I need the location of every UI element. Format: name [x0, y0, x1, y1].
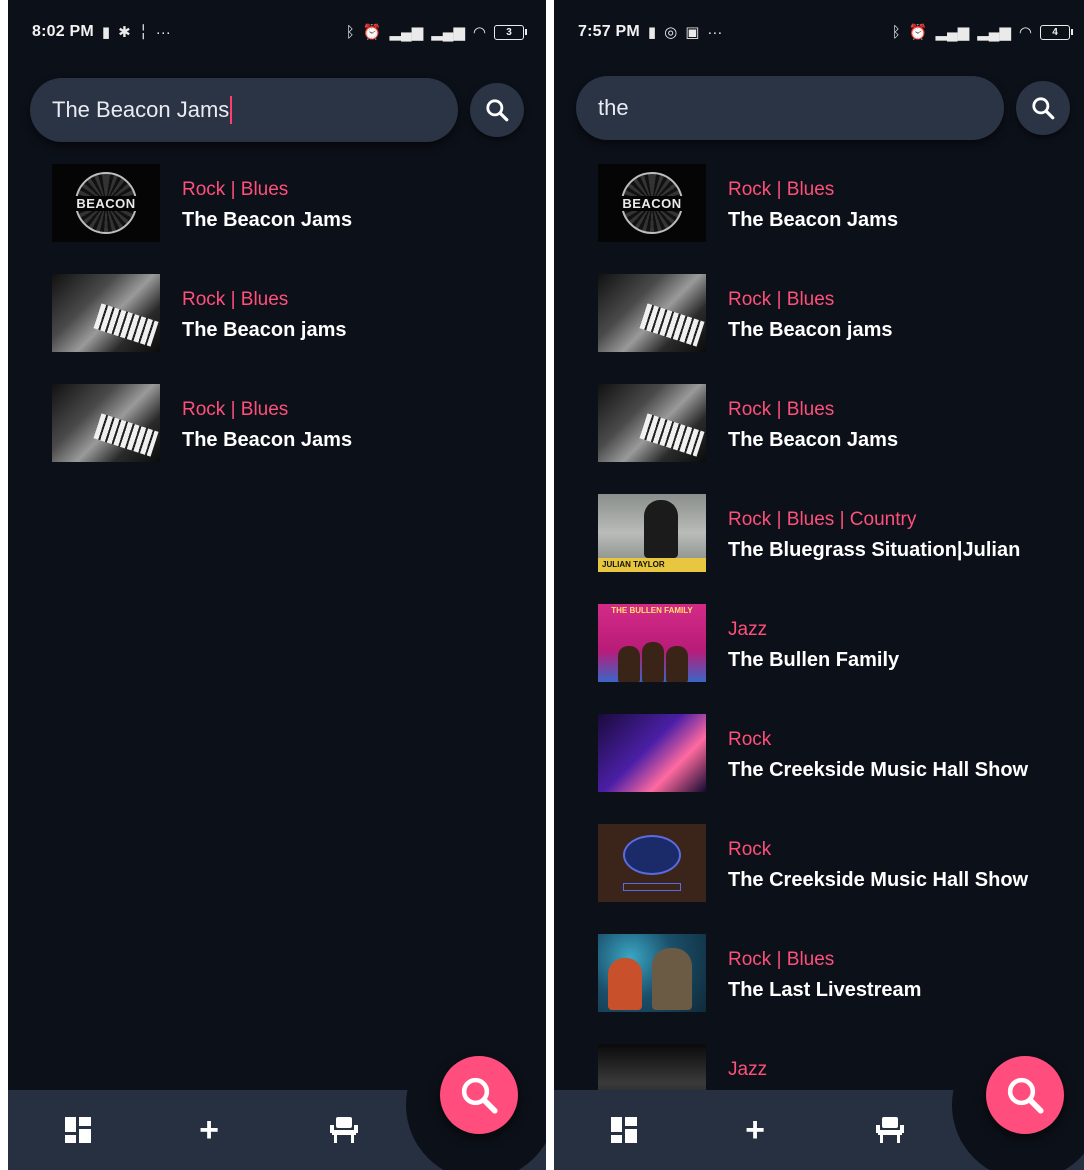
search-fab[interactable] — [986, 1056, 1064, 1134]
list-item[interactable]: Rock | Blues The Beacon jams — [52, 274, 546, 384]
add-icon[interactable]: + — [191, 1112, 227, 1148]
genre-label: Rock | Blues — [728, 949, 835, 970]
event-title: The Beacon Jams — [728, 209, 899, 231]
wifi-icon: ◠ — [1018, 23, 1032, 41]
signal-icon: ▂▄▆ — [389, 23, 424, 41]
event-thumbnail: BEACON — [52, 164, 160, 242]
genre-label: Rock | Blues — [182, 289, 289, 310]
phone-screen-left: 8:02 PM ▮ ✱ ╎ ··· ᛒ ⏰ ▂▄▆ ▂▄▆ ◠ 3 The Be… — [8, 0, 546, 1170]
event-thumbnail: JULIAN TAYLOR — [598, 494, 706, 572]
battery-saver-icon: ▮ — [647, 23, 657, 41]
seat-icon[interactable] — [326, 1112, 362, 1148]
signal-icon: ▂▄▆ — [935, 23, 970, 41]
event-thumbnail — [598, 934, 706, 1012]
search-icon — [1032, 97, 1055, 120]
event-thumbnail — [598, 274, 706, 352]
search-fab[interactable] — [440, 1056, 518, 1134]
genre-label: Rock | Blues | Country — [728, 509, 917, 530]
event-title: The Creekside Music Hall Show — [728, 869, 1029, 891]
signal-4g-icon: ▂▄▆ — [977, 23, 1011, 41]
event-title: The Beacon Jams — [728, 429, 899, 451]
status-bar: 8:02 PM ▮ ✱ ╎ ··· ᛒ ⏰ ▂▄▆ ▂▄▆ ◠ 3 — [8, 0, 546, 64]
event-title: The Beacon Jams — [182, 209, 353, 231]
list-item[interactable]: THE BULLEN FAMILY Jazz The Bullen Family — [598, 604, 1084, 714]
status-bar: 7:57 PM ▮ ◎ ▣ ··· ᛒ ⏰ ▂▄▆ ▂▄▆ ◠ 4 — [554, 0, 1084, 64]
signal-4g-icon: ▂▄▆ — [431, 23, 465, 41]
search-bar: The Beacon Jams — [30, 78, 524, 142]
genre-label: Rock | Blues — [728, 289, 835, 310]
search-input-value: the — [598, 95, 629, 120]
list-item[interactable]: JULIAN TAYLOR Rock | Blues | Country The… — [598, 494, 1084, 604]
genre-label: Rock — [728, 839, 772, 860]
genre-label: Rock | Blues — [728, 179, 835, 200]
event-thumbnail: BEACON — [598, 164, 706, 242]
search-icon — [1007, 1077, 1044, 1114]
event-title: The Bluegrass Situation|Julian — [728, 539, 1021, 561]
search-bar: the — [576, 76, 1070, 140]
instagram-icon: ◎ — [664, 23, 678, 41]
genre-label: Rock | Blues — [728, 399, 835, 420]
seat-icon[interactable] — [872, 1112, 908, 1148]
genre-label: Rock | Blues — [182, 179, 289, 200]
list-item[interactable]: BEACON Rock | Blues The Beacon Jams — [52, 164, 546, 274]
wifi-icon: ◠ — [472, 23, 486, 41]
event-title: The Bullen Family — [728, 649, 900, 671]
event-thumbnail — [598, 714, 706, 792]
beacon-logo: BEACON — [620, 172, 684, 234]
list-item[interactable]: Rock The Creekside Music Hall Show — [598, 824, 1084, 934]
phone-screen-right: 7:57 PM ▮ ◎ ▣ ··· ᛒ ⏰ ▂▄▆ ▂▄▆ ◠ 4 the BE… — [554, 0, 1084, 1170]
list-item[interactable]: BEACON Rock | Blues The Beacon Jams — [598, 164, 1084, 274]
genre-label: Jazz — [728, 1059, 768, 1080]
genre-label: Jazz — [728, 619, 768, 640]
search-icon — [461, 1077, 498, 1114]
dashboard-icon[interactable] — [606, 1112, 642, 1148]
alarm-icon: ⏰ — [362, 23, 382, 41]
event-title: The Beacon jams — [182, 319, 347, 341]
beacon-logo: BEACON — [74, 172, 138, 234]
genre-label: Rock — [728, 729, 772, 750]
bluetooth-icon: ᛒ — [891, 23, 901, 41]
list-item[interactable]: Rock | Blues The Last Livestream — [598, 934, 1084, 1044]
event-thumbnail — [52, 274, 160, 352]
list-item[interactable]: Rock | Blues The Beacon Jams — [598, 384, 1084, 494]
battery-icon: 3 — [494, 24, 527, 40]
search-input-value: The Beacon Jams — [52, 97, 230, 122]
event-thumbnail — [598, 824, 706, 902]
more-notifications-icon: ··· — [155, 23, 171, 41]
text-caret — [230, 96, 233, 124]
search-button[interactable] — [1016, 81, 1070, 135]
bluetooth-icon: ᛒ — [345, 23, 355, 41]
search-input[interactable]: The Beacon Jams — [30, 78, 458, 142]
list-item[interactable]: Rock The Creekside Music Hall Show — [598, 714, 1084, 824]
event-thumbnail — [52, 384, 160, 462]
event-title: The Last Livestream — [728, 979, 922, 1001]
status-time: 7:57 PM — [578, 23, 640, 40]
slack-icon: ✱ — [118, 23, 131, 41]
results-list: BEACON Rock | Blues The Beacon Jams Rock… — [52, 164, 546, 494]
genre-label: Rock | Blues — [182, 399, 289, 420]
event-title: The Beacon jams — [728, 319, 893, 341]
list-item[interactable]: Rock | Blues The Beacon jams — [598, 274, 1084, 384]
event-thumbnail — [598, 384, 706, 462]
app-notification-icon: ╎ — [138, 23, 148, 41]
search-icon — [486, 99, 509, 122]
results-list: BEACON Rock | Blues The Beacon Jams Rock… — [598, 164, 1084, 1154]
alarm-icon: ⏰ — [908, 23, 928, 41]
status-time: 8:02 PM — [32, 23, 94, 40]
battery-icon: 4 — [1040, 24, 1073, 40]
event-title: The Creekside Music Hall Show — [728, 759, 1029, 781]
event-thumbnail: THE BULLEN FAMILY — [598, 604, 706, 682]
search-button[interactable] — [470, 83, 524, 137]
battery-saver-icon: ▮ — [101, 23, 111, 41]
event-title: The Beacon Jams — [182, 429, 353, 451]
more-notifications-icon: ··· — [707, 23, 723, 41]
dashboard-icon[interactable] — [60, 1112, 96, 1148]
list-item[interactable]: Rock | Blues The Beacon Jams — [52, 384, 546, 494]
app-notification-icon: ▣ — [685, 23, 700, 41]
add-icon[interactable]: + — [737, 1112, 773, 1148]
search-input[interactable]: the — [576, 76, 1004, 140]
